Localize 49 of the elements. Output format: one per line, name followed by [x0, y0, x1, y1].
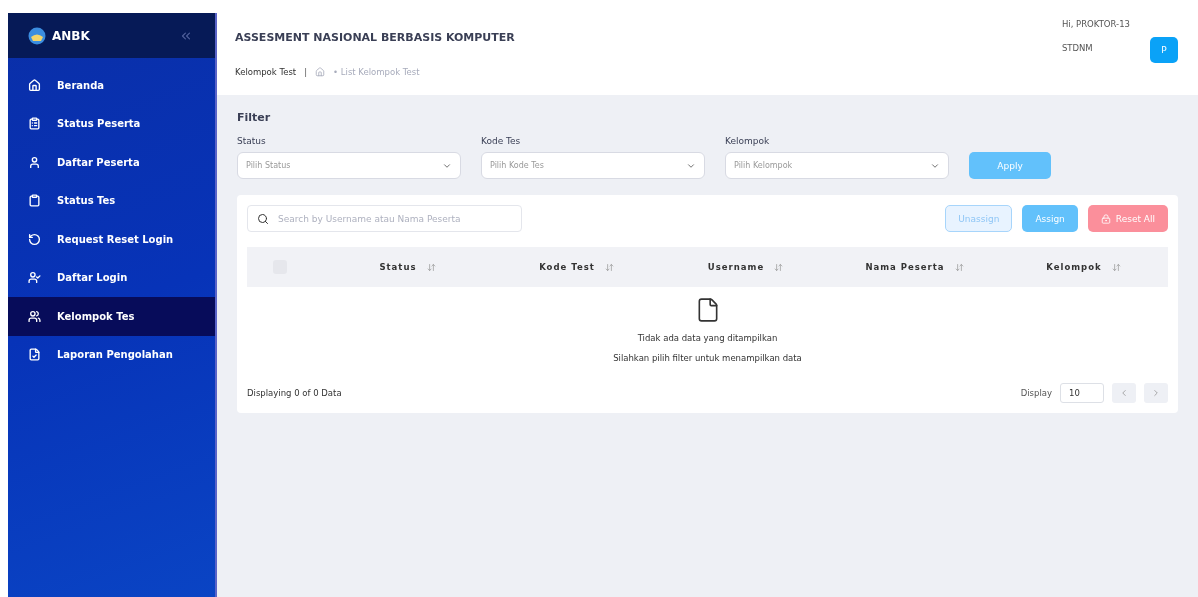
column-header[interactable]: Status: [323, 262, 492, 272]
school-code: STDNM: [1061, 43, 1094, 53]
reset-icon: [28, 232, 41, 246]
clipboard-icon: [28, 194, 41, 208]
home-icon: [28, 78, 41, 92]
filter-title: Filter: [237, 111, 272, 124]
sidebar-item[interactable]: Daftar Peserta: [8, 143, 215, 182]
home-icon[interactable]: [315, 67, 326, 78]
page-size-field[interactable]: 10: [1060, 383, 1104, 403]
sort-icon: [604, 262, 614, 272]
user-check-icon: [28, 271, 41, 285]
user-icon: [28, 155, 41, 169]
greeting: Hi, PROKTOR-13: [1061, 19, 1130, 29]
lock-icon: [1100, 213, 1111, 224]
sort-icon: [954, 262, 964, 272]
column-header[interactable]: Username: [661, 262, 830, 272]
users-icon: [28, 309, 41, 323]
record-summary: Displaying 0 of 0 Data: [247, 388, 342, 398]
emblem-icon: [28, 26, 46, 45]
sidebar-item[interactable]: Laporan Pengolahan: [8, 335, 215, 374]
page-title: ASSESMENT NASIONAL BERBASIS KOMPUTER: [235, 30, 516, 44]
column-header[interactable]: Kode Test: [492, 262, 661, 272]
empty-hint: Silahkan pilih filter untuk menampilkan data: [613, 353, 802, 363]
field-label: Status: [237, 136, 267, 146]
column-header[interactable]: Kelompok: [999, 262, 1168, 272]
column-header[interactable]: Nama Peserta: [830, 262, 999, 272]
sort-icon: [774, 262, 784, 272]
search-field[interactable]: Search by Username atau Nama Peserta: [247, 205, 522, 232]
previous-page-button[interactable]: [1112, 383, 1136, 403]
field-label: Kelompok: [725, 136, 771, 146]
breadcrumb-separator: |: [304, 67, 308, 78]
logo-text: ANBK: [52, 28, 91, 43]
chevron-right-icon: [1151, 388, 1161, 398]
sidebar-item[interactable]: Status Peserta: [8, 104, 215, 143]
breadcrumb-page: Kelompok Test: [235, 67, 297, 78]
sidebar-item[interactable]: Kelompok Tes: [8, 297, 215, 336]
sort-icon: [1111, 262, 1121, 272]
sidebar-item[interactable]: Status Tes: [8, 181, 215, 220]
display-label: Display: [1020, 388, 1052, 398]
sidebar-item[interactable]: Daftar Login: [8, 258, 215, 297]
chevron-left-icon: [1119, 388, 1129, 398]
field-label: Kode Tes: [481, 136, 522, 146]
sort-icon: [426, 262, 436, 272]
clipboard-icon: [28, 117, 41, 131]
next-page-button[interactable]: [1144, 383, 1168, 403]
sidebar-item[interactable]: Beranda: [8, 66, 215, 105]
empty-message: Tidak ada data yang ditampilkan: [637, 333, 778, 343]
report-icon: [28, 348, 41, 362]
sidebar-item[interactable]: Request Reset Login: [8, 220, 215, 259]
